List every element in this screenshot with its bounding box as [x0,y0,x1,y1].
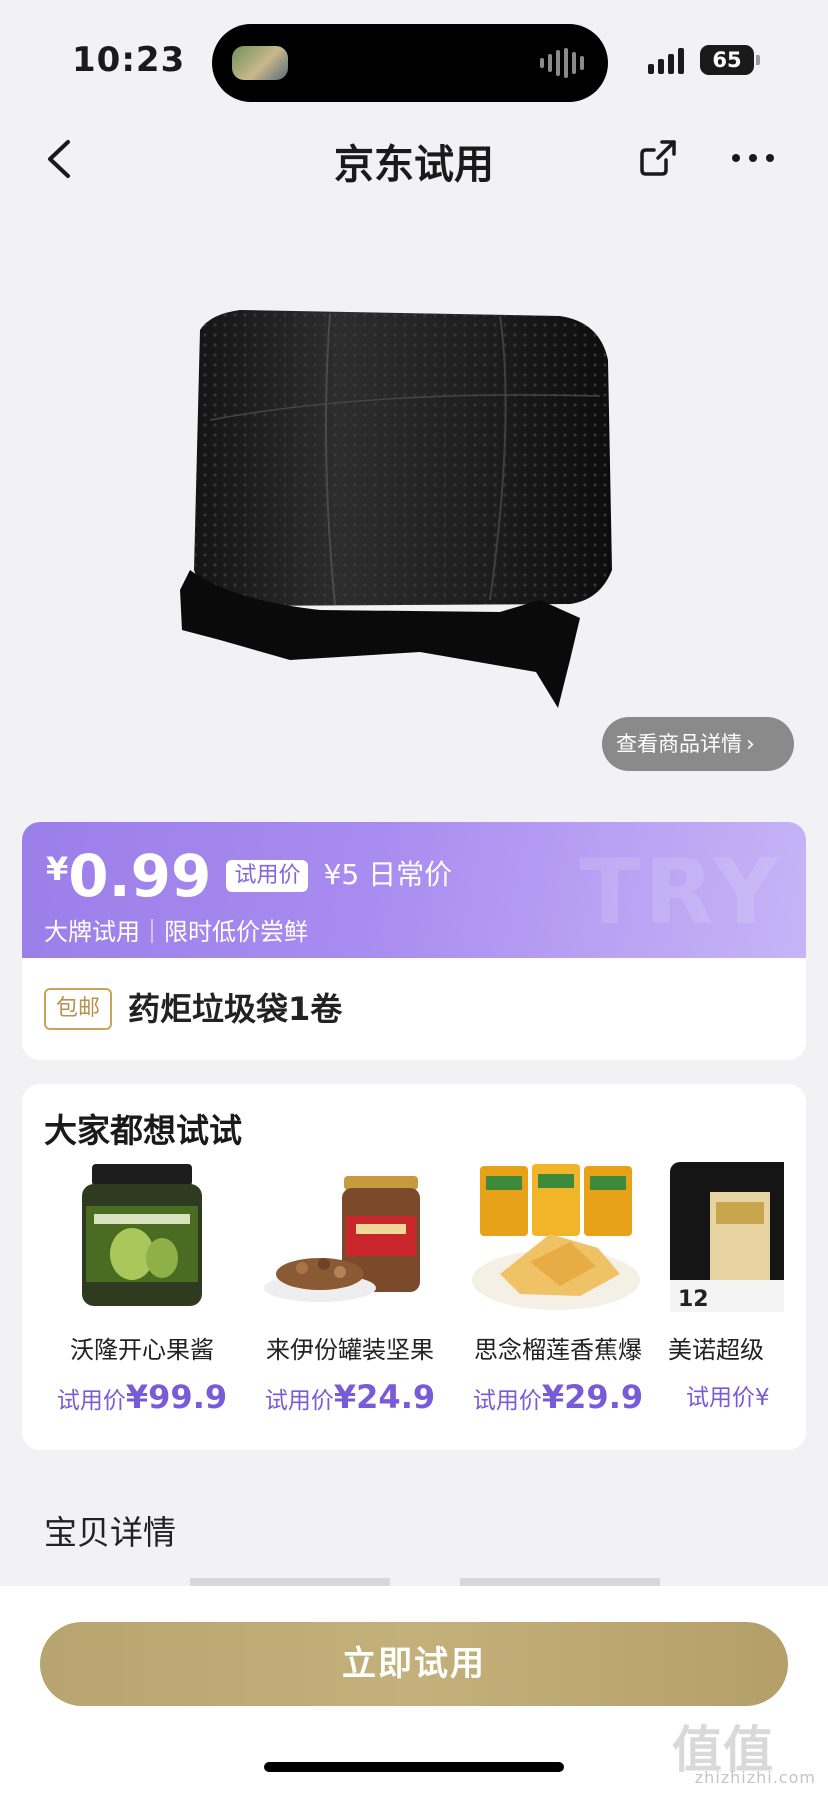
free-shipping-badge: 包邮 [44,988,113,1030]
banner-watermark: TRY [579,840,782,945]
recommend-price-value: ¥24.9 [333,1378,436,1416]
recommend-price-label: 试用价 [264,1388,334,1414]
page-title: 京东试用 [334,142,494,188]
status-bar: 10:23 65 [0,0,828,120]
view-details-label: 查看商品详情 [616,732,742,756]
battery-level: 65 [712,48,742,72]
price-currency: ¥ [46,850,69,888]
details-heading: 宝贝详情 [44,1513,176,1552]
recommend-item-price: 试用价¥ [686,1378,784,1412]
price-row: ¥0.99 试用价 ¥5 日常价 [46,842,452,910]
recommend-item-price: 试用价¥99.9 [44,1378,240,1416]
trial-price: 0.99 [68,842,212,910]
product-title-row: 包邮 药炬垃圾袋1卷 [22,958,806,1060]
recommend-title: 大家都想试试 [44,1111,242,1150]
audio-wave-icon [540,48,584,78]
dynamic-island [212,24,608,102]
recommend-list[interactable]: 沃隆开心果酱 试用价¥99.9 来伊份罐装坚果 试用价¥24.9 思念榴莲香蕉爆… [44,1162,784,1442]
chevron-right-icon: › [746,732,755,757]
recommend-item-name: 美诺超级 [668,1336,764,1364]
nav-bar: 京东试用 [0,120,828,200]
durian-pastry-image [472,1164,640,1310]
price-card: TRY ¥0.99 试用价 ¥5 日常价 大牌试用｜限时低价尝鲜 包邮 药炬垃圾… [22,822,806,1060]
status-time: 10:23 [72,40,186,80]
product-image[interactable] [170,300,670,720]
now-playing-thumbnail [232,46,288,80]
share-icon[interactable] [636,136,680,180]
view-details-button[interactable]: 查看商品详情 › [602,717,794,771]
price-banner: TRY ¥0.99 试用价 ¥5 日常价 大牌试用｜限时低价尝鲜 [22,822,806,958]
price-subtitle: 大牌试用｜限时低价尝鲜 [44,918,308,946]
recommend-price-label: 试用价 [686,1385,755,1411]
recommend-item[interactable]: 来伊份罐装坚果 试用价¥24.9 [252,1162,448,1442]
recommend-item[interactable]: 沃隆开心果酱 试用价¥99.9 [44,1162,240,1442]
recommend-section: 大家都想试试 沃隆开心果酱 试用价¥99.9 来伊份罐装坚果 试用价¥24.9 … [22,1084,806,1450]
recommend-price-value: ¥29.9 [541,1378,644,1416]
recommend-item[interactable]: 12 美诺超级 试用价¥ [668,1162,784,1442]
recommend-price-value: ¥ [755,1385,770,1411]
recommend-item-name: 来伊份罐装坚果 [266,1336,434,1364]
recommend-price-label: 试用价 [472,1388,542,1414]
try-now-button[interactable]: 立即试用 [40,1622,788,1706]
recommend-price-value: ¥99.9 [125,1378,228,1416]
trial-price-tag: 试用价 [226,860,309,892]
pistachio-paste-image [82,1164,202,1306]
recommend-item-price: 试用价¥29.9 [460,1378,656,1416]
recommend-item-name: 思念榴莲香蕉爆 [474,1336,642,1364]
recommend-price-label: 试用价 [56,1388,126,1414]
nut-jar-image [264,1176,420,1302]
battery-icon: 65 [700,45,760,75]
recommend-item-name: 沃隆开心果酱 [70,1336,214,1364]
recommend-item-price: 试用价¥24.9 [252,1378,448,1416]
more-icon[interactable] [728,138,778,178]
home-indicator[interactable] [264,1762,564,1772]
meinuo-product-image: 12 [670,1162,784,1312]
regular-price: ¥5 日常价 [323,858,453,891]
site-watermark: 值值值 zhizhizhi.com [672,1706,828,1796]
product-title: 药炬垃圾袋1卷 [128,990,343,1028]
svg-text:12: 12 [678,1287,709,1312]
recommend-item[interactable]: 思念榴莲香蕉爆 试用价¥29.9 [460,1162,656,1442]
watermark-text: zhizhizhi.com [694,1768,816,1787]
signal-icon [648,48,684,74]
